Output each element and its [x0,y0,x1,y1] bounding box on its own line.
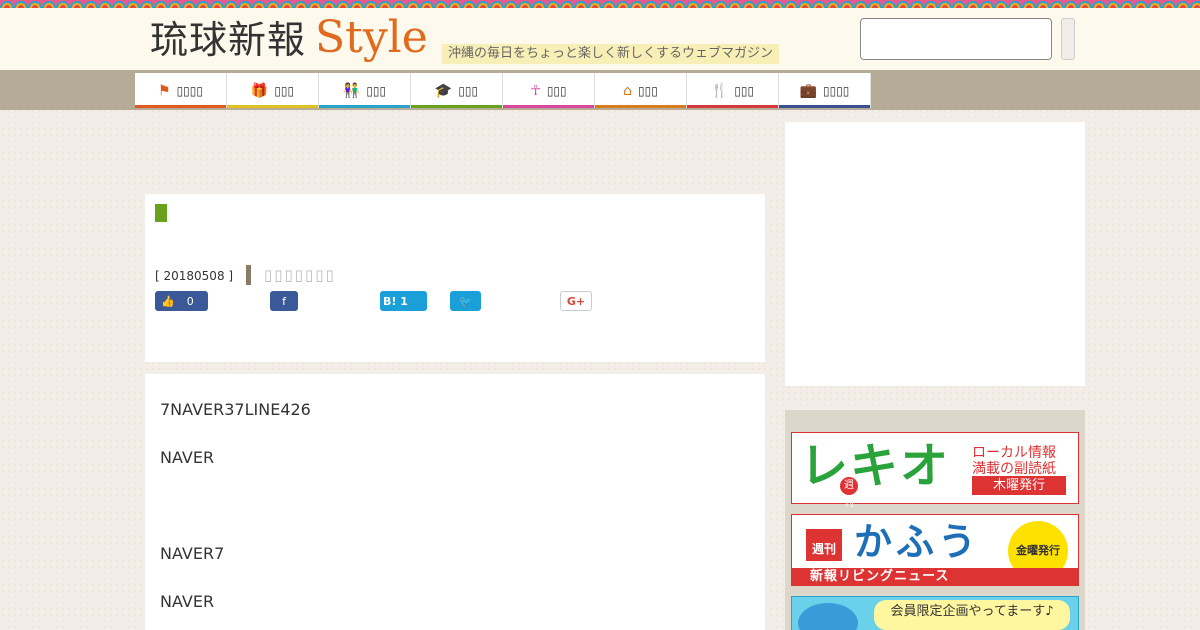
category-nav: ⚑ ▯▯▯▯ 🎁 ▯▯▯ 👫 ▯▯▯ 🎓 ▯▯▯ ☥ ▯▯▯ ⌂ ▯▯▯ 🍴 ▯▯▯ 💼 ▯▯▯▯ [135,73,871,108]
flag-icon: ⚑ [158,82,171,99]
nav-item-underline [319,105,410,108]
graduation-cap-icon: 🎓 [434,82,453,99]
kafuu-banner[interactable]: 週刊 かふう 金曜発行 新報リビングニュース [791,514,1079,586]
article-paragraph: NAVER [160,592,215,611]
twitter-icon: 🐦 [458,294,473,308]
hatena-bookmark-button[interactable]: B! 1 [380,291,427,311]
mascot-icon [798,603,858,630]
article-category[interactable]: ▯▯▯▯▯▯▯ [264,266,336,284]
rekio-line3: 木曜発行 [972,476,1066,495]
nav-item-underline [687,105,778,108]
briefcase-icon: 💼 [799,82,817,99]
nav-item-label: ▯▯▯ [366,83,387,98]
rekio-title: レキオ [800,438,951,494]
sidebar-ad-slot [785,122,1085,386]
google-plus-label: G+ [566,294,586,308]
rekio-line2: 満載の副読紙 [972,461,1056,477]
site-logo-style[interactable]: Style [315,12,428,64]
site-tagline: 沖縄の毎日をちょっと楽しく新しくするウェブマガジン [442,44,780,64]
nav-item-underline [595,105,686,108]
nav-item-label: ▯▯▯▯ [176,83,203,98]
facebook-icon: f [282,294,286,308]
member-banner[interactable]: 会員限定企画やってまーす♪ [791,596,1079,630]
thumbs-up-icon: 👍 [161,294,175,308]
nav-item-underline [411,105,502,108]
couple-icon: 👫 [342,82,361,99]
facebook-share-button[interactable]: f [270,291,298,311]
twitter-share-button[interactable]: 🐦 [450,291,481,311]
search-input[interactable] [860,18,1052,60]
facebook-like-button[interactable]: 👍 0 [155,291,208,311]
house-icon: ⌂ [623,82,633,99]
kafuu-title: かふう [854,520,981,564]
nav-item-label: ▯▯▯ [274,83,295,98]
title-marker [155,204,167,222]
nav-item-underline [227,105,318,108]
nav-item-0[interactable]: ⚑ ▯▯▯▯ [135,73,227,108]
member-bubble: 会員限定企画やってまーす♪ [874,600,1070,630]
site-logo[interactable]: 琉球新報 [150,16,306,64]
article-paragraph: NAVER [160,448,215,467]
article-paragraph: 7NAVER37LINE426 [160,400,311,419]
fork-knife-icon: 🍴 [710,82,729,99]
nav-item-underline [503,105,594,108]
nav-item-7[interactable]: 💼 ▯▯▯▯ [779,73,871,108]
google-plus-share-button[interactable]: G+ [560,291,592,311]
article-date: [ 20180508 ] [155,269,234,283]
rekio-banner[interactable]: レキオ 週刊 ローカル情報 満載の副読紙 木曜発行 [791,432,1079,509]
article-header-card: [ 20180508 ] ▯▯▯▯▯▯▯ 👍 0 f B! 1 🐦 G+ [145,194,765,362]
article-paragraph: NAVER7 [160,544,225,563]
nav-item-4[interactable]: ☥ ▯▯▯ [503,73,595,108]
nav-item-label: ▯▯▯ [458,83,479,98]
search-button[interactable] [1061,18,1075,60]
hatena-label: B! 1 [383,294,408,308]
nav-item-5[interactable]: ⌂ ▯▯▯ [595,73,687,108]
gift-icon: 🎁 [250,82,269,99]
nav-item-underline [779,105,870,108]
kafuu-strip: 新報リビングニュース [792,568,1078,585]
nav-item-label: ▯▯▯ [638,83,658,98]
nav-item-underline [135,105,226,108]
figure-icon: ☥ [530,82,541,99]
nav-item-6[interactable]: 🍴 ▯▯▯ [687,73,779,108]
sidebar-banners: レキオ 週刊 ローカル情報 満載の副読紙 木曜発行 週刊 かふう 金曜発行 新報… [785,410,1085,630]
weekly-house-badge: 週刊 [806,529,842,561]
article-body: 7NAVER37LINE426 NAVER NAVER7 NAVER [145,374,765,630]
nav-item-label: ▯▯▯ [734,83,755,98]
category-marker [246,265,251,285]
like-count: 0 [186,294,194,308]
weekly-badge: 週刊 [840,477,858,509]
nav-item-2[interactable]: 👫 ▯▯▯ [319,73,411,108]
nav-item-3[interactable]: 🎓 ▯▯▯ [411,73,503,108]
nav-item-label: ▯▯▯ [546,83,567,98]
site-header: 琉球新報 Style 沖縄の毎日をちょっと楽しく新しくするウェブマガジン [0,8,1200,70]
nav-item-label: ▯▯▯▯ [823,83,850,98]
decorative-wave-border [0,0,1200,8]
nav-item-1[interactable]: 🎁 ▯▯▯ [227,73,319,108]
